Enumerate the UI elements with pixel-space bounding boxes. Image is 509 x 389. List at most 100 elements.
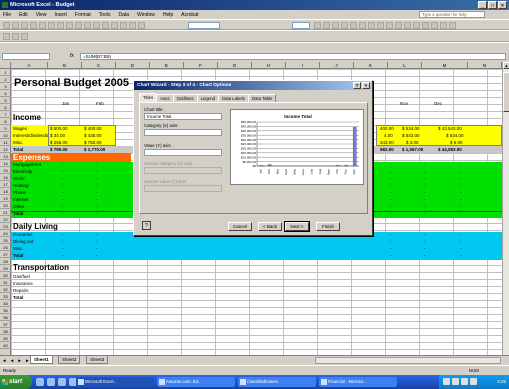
bold-icon[interactable] [314,22,321,29]
redo-icon[interactable] [102,22,109,29]
column-header[interactable]: E [150,62,184,69]
tab-titles[interactable]: Titles [139,93,158,102]
row-header[interactable]: 8 [0,118,11,125]
menu-file[interactable]: File [3,12,11,18]
indent-icon[interactable] [413,22,420,29]
formula-input[interactable]: =SUM(B7:B9) [80,53,506,60]
tab-data-labels[interactable]: Data Labels [217,94,249,102]
row-header[interactable]: 29 [0,265,11,272]
currency-icon[interactable] [377,22,384,29]
row-header[interactable]: 13 [0,153,11,160]
cancel-button[interactable]: Cancel [228,222,252,231]
print-icon[interactable] [39,22,46,29]
tab-legend[interactable]: Legend [196,94,219,102]
horizontal-scrollbar[interactable] [315,357,501,364]
comma-icon[interactable] [395,22,402,29]
preview-icon[interactable] [48,22,55,29]
row-header[interactable]: 18 [0,188,11,195]
sort-icon[interactable] [120,22,127,29]
row-header[interactable]: 4 [0,90,11,97]
help-search-input[interactable]: Type a question for help [419,11,485,18]
dialog-close-button[interactable]: × [362,82,370,89]
menu-data[interactable]: Data [118,12,129,18]
more-icon[interactable] [449,22,456,29]
row-header[interactable]: 32 [0,286,11,293]
font-color-icon[interactable] [440,22,447,29]
row-header[interactable]: 15 [0,167,11,174]
help-icon[interactable] [138,22,145,29]
column-header[interactable]: H [252,62,286,69]
office-assistant-icon[interactable]: ? [142,221,151,230]
tab-axes[interactable]: Axes [156,94,174,102]
column-header[interactable]: F [184,62,218,69]
row-header[interactable]: 20 [0,202,11,209]
row-header[interactable]: 24 [0,230,11,237]
row-header[interactable]: 5 [0,97,11,104]
row-header[interactable]: 10 [0,132,11,139]
row-header[interactable]: 1 [0,69,11,76]
font-size-select[interactable] [292,22,310,29]
row-header[interactable]: 21 [0,209,11,216]
borders-icon[interactable] [422,22,429,29]
tray-icon[interactable] [443,378,450,385]
align-left-icon[interactable] [341,22,348,29]
row-header[interactable]: 17 [0,181,11,188]
dialog-help-button[interactable]: ? [353,82,361,89]
tab-sheet1[interactable]: Sheet1 [30,356,53,364]
row-header[interactable]: 9 [0,125,11,132]
ie-icon[interactable] [36,378,44,386]
taskbar-item-folder[interactable]: Classifiedhomes [238,377,316,387]
column-header[interactable]: C [82,62,116,69]
align-center-icon[interactable] [350,22,357,29]
row-header[interactable]: 39 [0,335,11,342]
finish-button[interactable]: Finish [316,222,340,231]
taskbar-item-financial[interactable]: Financial - Microso... [319,377,397,387]
paste-icon[interactable] [84,22,91,29]
tab-data-table[interactable]: Data Table [247,94,277,102]
row-header[interactable]: 6 [0,104,11,111]
decimal-icon[interactable] [404,22,411,29]
column-header[interactable]: D [116,62,150,69]
row-header[interactable]: 12 [0,146,11,153]
permission-icon[interactable] [30,22,37,29]
column-header[interactable]: N [468,62,502,69]
acrobat-email-icon[interactable] [12,33,19,40]
undo-icon[interactable] [93,22,100,29]
menu-window[interactable]: Window [137,12,155,18]
name-box[interactable] [2,53,50,60]
fx-icon[interactable]: fx [70,53,74,59]
row-header[interactable]: 26 [0,244,11,251]
start-button[interactable]: start [0,375,32,389]
chart-title-input[interactable]: Income Total [144,113,222,120]
maximize-button[interactable]: □ [488,1,497,9]
row-header[interactable]: 28 [0,258,11,265]
column-header[interactable]: G [218,62,252,69]
row-header[interactable]: 25 [0,237,11,244]
close-button[interactable]: × [498,1,507,9]
row-header[interactable]: 37 [0,321,11,328]
row-header[interactable]: 19 [0,195,11,202]
tab-nav-arrows[interactable]: ◄ ◄ ► ► [2,358,31,363]
outlook-icon[interactable] [47,378,55,386]
select-all-corner[interactable] [0,62,11,69]
scroll-up-icon[interactable]: ▲ [503,62,509,69]
tab-sheet3[interactable]: Sheet3 [86,356,109,364]
column-header[interactable]: L [388,62,422,69]
value-axis-input[interactable] [144,149,222,156]
category-axis-input[interactable] [144,129,222,136]
row-header[interactable]: 36 [0,314,11,321]
merge-icon[interactable] [368,22,375,29]
row-header[interactable]: 3 [0,83,11,90]
taskbar-item-excel[interactable]: Microsoft Excel... [76,377,154,387]
cut-icon[interactable] [66,22,73,29]
dialog-titlebar[interactable]: Chart Wizard - Step 3 of 4 - Chart Optio… [134,81,372,90]
menu-edit[interactable]: Edit [19,12,28,18]
acrobat-pdf-icon[interactable] [3,33,10,40]
column-header[interactable]: J [320,62,354,69]
row-header[interactable]: 22 [0,216,11,223]
copy-icon[interactable] [75,22,82,29]
menu-view[interactable]: View [36,12,47,18]
fill-color-icon[interactable] [431,22,438,29]
row-header[interactable]: 38 [0,328,11,335]
row-header[interactable]: 34 [0,300,11,307]
